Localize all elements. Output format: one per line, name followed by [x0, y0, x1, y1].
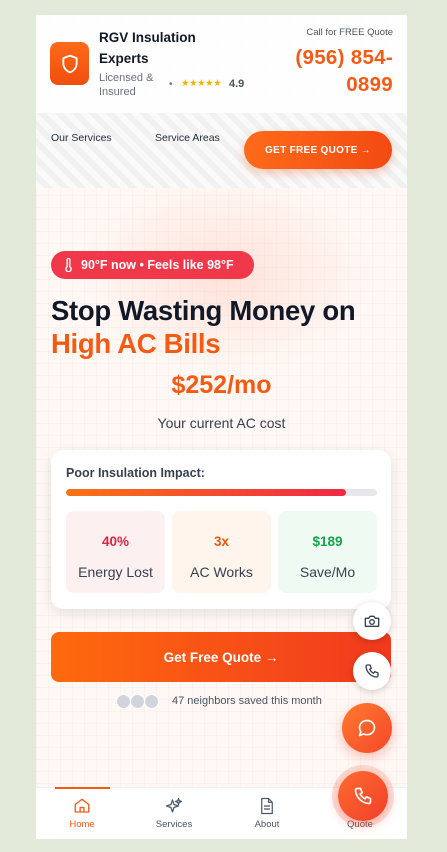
phone-number-link[interactable]: (956) 854-0899 — [253, 44, 393, 98]
call-now-button[interactable] — [338, 771, 388, 821]
thermometer-icon — [65, 258, 72, 272]
chat-button[interactable] — [342, 703, 392, 753]
get-free-quote-button[interactable]: Get Free Quote → — [51, 632, 391, 682]
temperature-badge: 90°F now • Feels like 98°F — [51, 251, 254, 279]
nav-quote-button[interactable]: GET FREE QUOTE → — [244, 131, 392, 169]
rating-value: 4.9 — [229, 78, 245, 90]
stat-savings: $189 Save/Mo — [278, 511, 377, 593]
avatar — [144, 694, 159, 709]
social-proof-text: 47 neighbors saved this month — [172, 695, 322, 707]
impact-progress-fill — [66, 489, 346, 496]
temperature-text: 90°F now • Feels like 98°F — [81, 258, 234, 272]
ac-cost-value: $252/mo — [171, 371, 272, 399]
impact-progress-bar — [66, 489, 377, 496]
hero-headline: Stop Wasting Money on High AC Bills — [51, 294, 401, 360]
sparkle-icon — [165, 797, 183, 813]
stat-energy-lost: 40% Energy Lost — [66, 511, 165, 593]
bottom-nav-label: Services — [155, 819, 193, 830]
brand-name: RGV Insulation Experts — [99, 30, 196, 66]
avatar — [116, 694, 131, 709]
stat-label: Energy Lost — [78, 564, 153, 580]
headline-accent: High AC Bills — [51, 328, 221, 359]
document-icon — [261, 797, 273, 815]
brand-subtitle: Licensed & Insured — [99, 72, 154, 98]
avatar — [130, 694, 145, 709]
call-label: Call for FREE Quote — [306, 27, 393, 38]
chat-bubble-icon — [358, 719, 376, 737]
phone-icon — [365, 664, 379, 678]
site-header: RGV Insulation Experts Licensed & Insure… — [36, 15, 407, 113]
nav-link-service-areas[interactable]: Service Areas — [155, 132, 220, 144]
impact-title: Poor Insulation Impact: — [66, 466, 205, 480]
nav-bar: Our Services Service Areas GET FREE QUOT… — [36, 113, 407, 188]
app-screen: RGV Insulation Experts Licensed & Insure… — [36, 15, 407, 839]
nav-link-services[interactable]: Our Services — [51, 132, 112, 144]
ac-cost-label: Your current AC cost — [157, 415, 286, 431]
stat-label: AC Works — [190, 564, 253, 580]
bottom-nav-services[interactable]: Services — [128, 788, 220, 839]
separator-dot: • — [169, 79, 173, 90]
stat-ac-works: 3x AC Works — [172, 511, 271, 593]
phone-icon — [354, 787, 372, 805]
bottom-nav-about[interactable]: About — [221, 788, 313, 839]
headline-text: Stop Wasting Money on — [51, 295, 356, 326]
bottom-nav-label: About — [254, 819, 280, 830]
bottom-nav-label: Home — [69, 819, 95, 830]
shield-icon — [61, 54, 78, 73]
camera-icon — [364, 615, 380, 627]
stat-label: Save/Mo — [299, 564, 356, 580]
impact-card: Poor Insulation Impact: 40% Energy Lost … — [51, 450, 391, 609]
call-small-button[interactable] — [353, 652, 391, 690]
stat-value: $189 — [312, 534, 343, 549]
camera-button[interactable] — [353, 602, 391, 640]
bottom-nav-home[interactable]: Home — [36, 787, 128, 839]
rating-stars: ★★★★★ — [181, 78, 222, 89]
stat-value: 40% — [101, 534, 130, 549]
home-icon — [74, 798, 90, 813]
logo-badge[interactable] — [50, 42, 89, 85]
stat-value: 3x — [213, 534, 230, 549]
